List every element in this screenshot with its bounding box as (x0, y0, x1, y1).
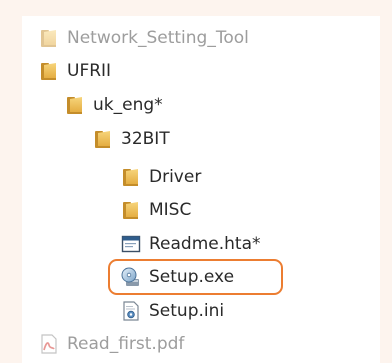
tree-item-label: Setup.exe (149, 267, 235, 287)
tree-item-label: Network_Setting_Tool (67, 28, 249, 48)
folder-icon (95, 131, 110, 148)
pdf-icon (41, 334, 57, 354)
tree-item-read-first-pdf[interactable]: Read_first.pdf (38, 331, 184, 357)
folder-icon (67, 97, 82, 114)
folder-icon (41, 30, 56, 47)
folder-icon (123, 202, 138, 219)
tree-item-label: 32BIT (121, 129, 170, 149)
tree-item-label: MISC (149, 200, 192, 220)
tree-item-readme-hta[interactable]: Readme.hta* (120, 231, 261, 257)
tree-item-label: UFRII (67, 61, 112, 81)
folder-icon (41, 63, 56, 80)
tree-item-label: Driver (149, 167, 202, 187)
tree-item-label: Setup.ini (149, 301, 225, 321)
tree-item-label: Readme.hta* (149, 234, 261, 254)
setup-exe-icon (121, 267, 139, 286)
folder-icon (123, 169, 138, 186)
tree-item-setup-ini[interactable]: Setup.ini (120, 298, 224, 324)
tree-item-uk-eng[interactable]: uk_eng* (64, 92, 163, 118)
tree-item-driver[interactable]: Driver (120, 164, 201, 190)
settings-file-icon (123, 301, 139, 321)
tree-item-32bit[interactable]: 32BIT (92, 126, 170, 152)
tree-item-network-setting-tool[interactable]: Network_Setting_Tool (38, 25, 249, 51)
tree-item-label: Read_first.pdf (67, 334, 185, 354)
hta-window-icon (121, 235, 141, 253)
tree-item-misc[interactable]: MISC (120, 197, 191, 223)
tree-item-setup-exe[interactable]: Setup.exe (120, 264, 234, 290)
tree-item-label: uk_eng* (93, 95, 163, 115)
tree-item-ufrii[interactable]: UFRII (38, 58, 111, 84)
